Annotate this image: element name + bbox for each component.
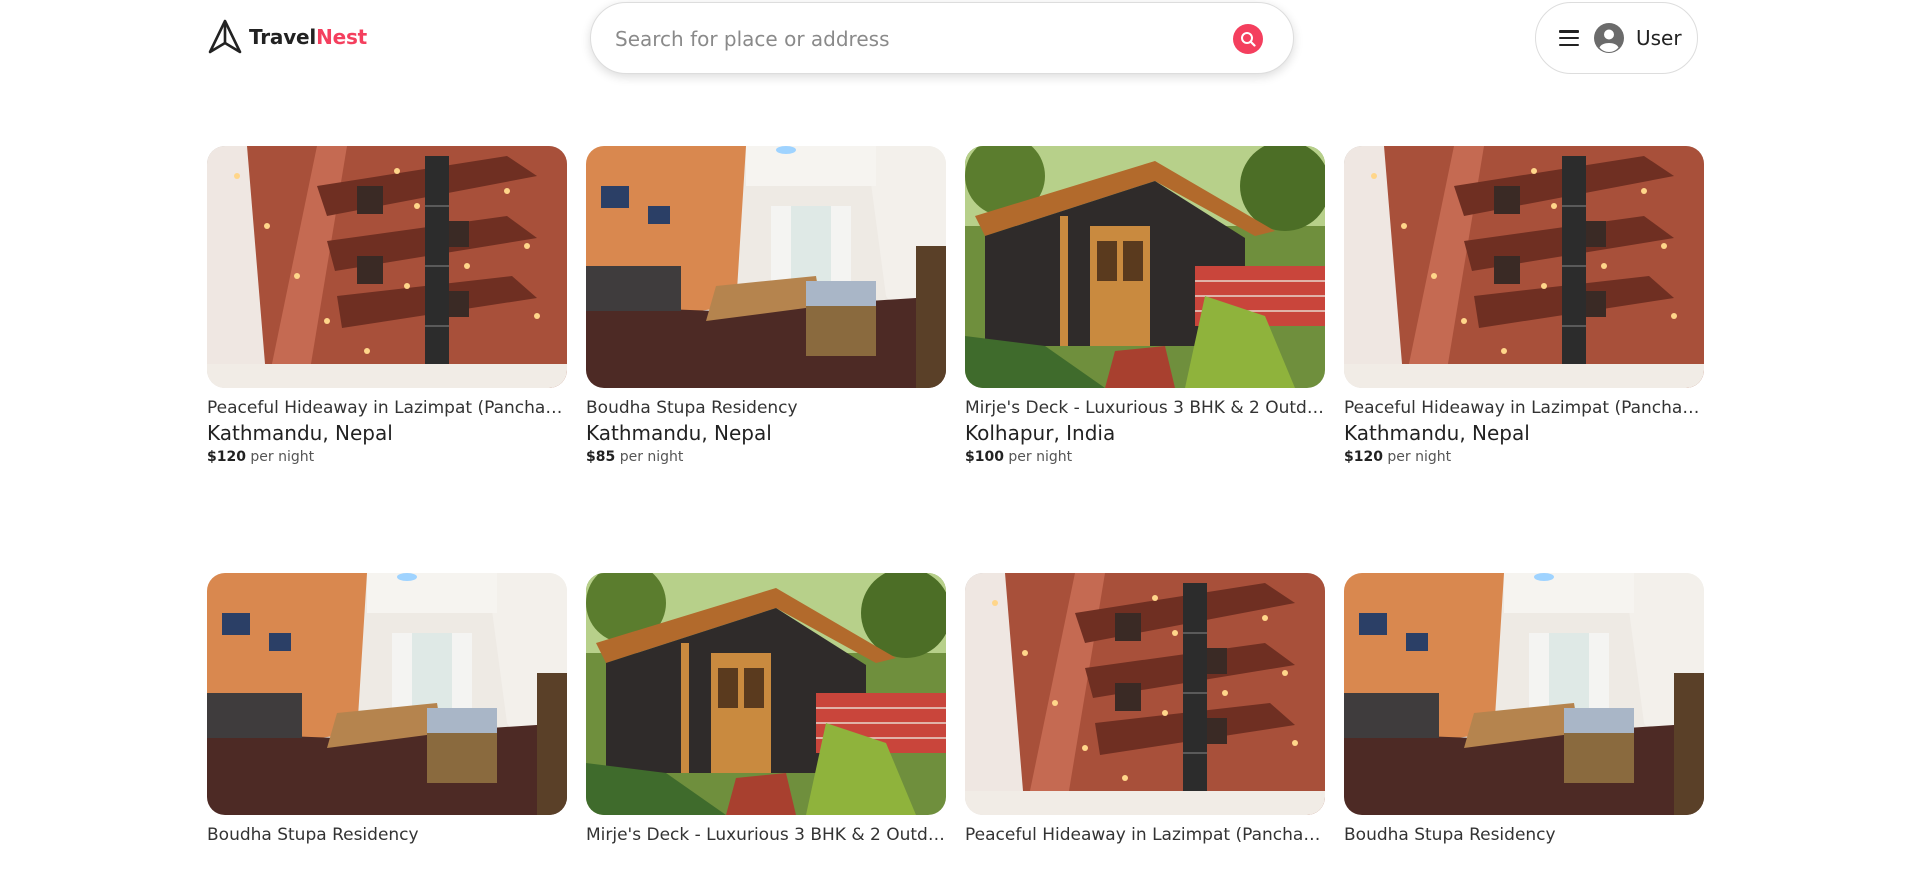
logo[interactable]: TravelNest <box>207 18 367 56</box>
search-icon <box>1241 32 1256 47</box>
listing-photo[interactable] <box>1344 146 1704 388</box>
price-amount: $100 <box>965 449 1004 465</box>
brick-house-photo <box>1344 146 1704 388</box>
listing-title: Boudha Stupa Residency <box>586 398 798 418</box>
brand-name-part1: Travel <box>249 25 317 49</box>
listing-price: $120 per night <box>1344 449 1704 465</box>
listing-card[interactable]: Boudha Stupa Residency Kathmandu, Nepal … <box>586 146 946 465</box>
user-avatar-icon <box>1594 23 1624 53</box>
brick-house-photo <box>207 146 567 388</box>
listing-price: $100 per night <box>965 449 1325 465</box>
listing-price: $85 per night <box>586 449 946 465</box>
cabin-photo <box>965 146 1325 388</box>
price-unit: per night <box>619 449 684 465</box>
listing-photo[interactable] <box>1344 573 1704 815</box>
listing-title: Mirje's Deck - Luxurious 3 BHK & 2 Outdo… <box>965 398 1325 418</box>
living-room-photo <box>586 146 946 388</box>
listing-location: Kathmandu, Nepal <box>586 421 772 445</box>
listing-photo[interactable] <box>207 573 567 815</box>
listing-title: Peaceful Hideaway in Lazimpat (Pancha Bu… <box>965 825 1325 845</box>
listing-photo[interactable] <box>586 146 946 388</box>
listing-photo[interactable] <box>965 573 1325 815</box>
living-room-photo <box>207 573 567 815</box>
search-button[interactable] <box>1233 24 1263 54</box>
price-unit: per night <box>1387 449 1452 465</box>
listing-card[interactable]: Mirje's Deck - Luxurious 3 BHK & 2 Outdo… <box>965 146 1325 465</box>
hamburger-icon <box>1559 30 1579 46</box>
brand-name-part2: Nest <box>316 25 368 49</box>
listing-card[interactable]: Peaceful Hideaway in Lazimpat (Pancha Bu… <box>1344 146 1704 465</box>
listing-card[interactable]: Peaceful Hideaway in Lazimpat (Pancha Bu… <box>207 146 567 465</box>
living-room-photo <box>1344 573 1704 815</box>
cabin-photo <box>586 573 946 815</box>
listing-title: Boudha Stupa Residency <box>1344 825 1556 845</box>
price-unit: per night <box>1008 449 1073 465</box>
paper-plane-logo-icon <box>208 19 242 54</box>
listing-card[interactable]: Boudha Stupa Residency <box>1344 573 1704 845</box>
user-menu-button[interactable]: User <box>1535 2 1698 74</box>
listing-card[interactable]: Boudha Stupa Residency <box>207 573 567 845</box>
listing-location: Kathmandu, Nepal <box>1344 421 1530 445</box>
user-label: User <box>1636 26 1682 50</box>
listing-location: Kathmandu, Nepal <box>207 421 393 445</box>
brand-name: TravelNest <box>249 25 367 49</box>
search-bar <box>590 2 1294 74</box>
listing-title: Boudha Stupa Residency <box>207 825 419 845</box>
brick-house-photo <box>965 573 1325 815</box>
listing-card[interactable]: Peaceful Hideaway in Lazimpat (Pancha Bu… <box>965 573 1325 845</box>
price-amount: $120 <box>1344 449 1383 465</box>
listings-grid: Peaceful Hideaway in Lazimpat (Pancha Bu… <box>207 146 1704 845</box>
listing-price: $120 per night <box>207 449 567 465</box>
listing-photo[interactable] <box>207 146 567 388</box>
search-input[interactable] <box>615 19 1195 59</box>
price-unit: per night <box>250 449 315 465</box>
price-amount: $85 <box>586 449 616 465</box>
listing-photo[interactable] <box>965 146 1325 388</box>
listing-title: Peaceful Hideaway in Lazimpat (Pancha Bu… <box>1344 398 1704 418</box>
listing-title: Mirje's Deck - Luxurious 3 BHK & 2 Outdo… <box>586 825 946 845</box>
listing-card[interactable]: Mirje's Deck - Luxurious 3 BHK & 2 Outdo… <box>586 573 946 845</box>
listing-title: Peaceful Hideaway in Lazimpat (Pancha Bu… <box>207 398 567 418</box>
price-amount: $120 <box>207 449 246 465</box>
listing-photo[interactable] <box>586 573 946 815</box>
listing-location: Kolhapur, India <box>965 421 1116 445</box>
